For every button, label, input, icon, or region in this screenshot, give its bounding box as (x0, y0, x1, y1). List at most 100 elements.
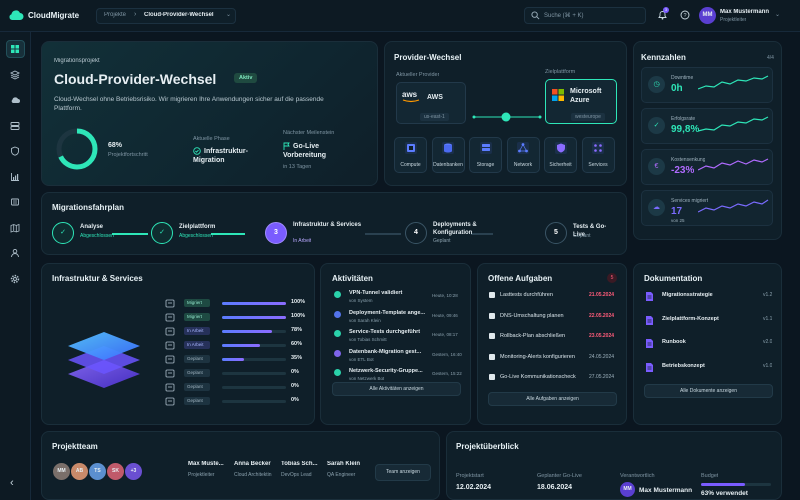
database-icon (165, 341, 175, 350)
task-title: Lasttests durchführen (500, 292, 553, 298)
settings-icon[interactable] (10, 274, 20, 284)
task-date: 23.05.2024 (589, 333, 615, 339)
team-avatar[interactable]: AB (70, 462, 89, 481)
infra-bar-track (222, 386, 286, 389)
owner-avatar[interactable]: MM (620, 482, 635, 497)
document-version: v1.1 (763, 315, 773, 322)
help-icon[interactable]: ? (680, 10, 690, 20)
infra-status-badge: Geplant (184, 383, 210, 391)
task-date: 27.05.2024 (589, 374, 615, 380)
status-badge: Aktiv (234, 73, 258, 83)
activity-status-icon (334, 291, 341, 298)
activity-status-icon (334, 330, 341, 337)
user-menu-chevron-icon[interactable]: ⌄ (775, 11, 780, 18)
team-member-role: DevOps Lead (281, 472, 312, 478)
chevron-down-icon[interactable]: ⌄ (226, 11, 231, 18)
infra-percent: 78% (291, 327, 303, 333)
chart-icon[interactable] (10, 172, 20, 182)
document-name[interactable]: Runbook (662, 339, 686, 345)
app-name[interactable]: CloudMigrate (28, 11, 79, 20)
kpi-sparkline (698, 116, 770, 132)
activity-author: von Netzwerk Bot (349, 376, 385, 381)
roadmap-step-marker: 4 (405, 222, 427, 244)
map-icon[interactable] (10, 223, 20, 233)
clock-icon: ◷ (648, 76, 665, 93)
analytics-icon (165, 383, 175, 392)
search-placeholder: Suche (⌘ + K) (544, 13, 584, 19)
overview-title: Projektüberblick (456, 442, 519, 451)
team-avatar[interactable]: TS (88, 462, 107, 481)
activity-author: von System (349, 298, 373, 303)
document-icon (645, 291, 654, 302)
service-label: Datenbanken (433, 162, 463, 168)
breadcrumb-current[interactable]: Cloud-Provider-Wechsel (144, 12, 214, 18)
document-name[interactable]: Zielplattform-Konzept (662, 316, 719, 322)
activity-title: VPN-Tunnel validiert (349, 290, 403, 296)
team-member-name: Max Muste... (188, 461, 224, 467)
task-checkbox[interactable] (489, 292, 495, 298)
activity-status-icon (334, 310, 341, 318)
grid-icon[interactable] (10, 44, 20, 54)
task-date: 24.05.2024 (589, 353, 615, 360)
kpi-title: Kennzahlen (641, 53, 686, 62)
all-activities-button[interactable]: Alle Aktivitäten anzeigen (332, 382, 461, 396)
roadmap-step-status: Abgeschlossen (179, 233, 213, 239)
compute-icon (404, 142, 417, 154)
all-tasks-button[interactable]: Alle Aufgaben anzeigen (488, 392, 617, 406)
services-icon (592, 142, 604, 154)
cloud-upload-icon[interactable] (10, 95, 20, 105)
breadcrumb-separator: › (134, 11, 137, 18)
owner-label: Verantwortlich (620, 473, 655, 479)
infra-bar-track (222, 372, 286, 375)
user-avatar[interactable]: MM (699, 7, 716, 24)
task-checkbox[interactable] (489, 374, 495, 380)
server-icon[interactable] (10, 121, 20, 131)
euro-icon: € (648, 158, 665, 175)
infra-title: Infrastruktur & Services (52, 274, 143, 283)
document-version: v1.0 (763, 362, 773, 369)
progress-label: Projektfortschritt (108, 152, 148, 158)
document-icon[interactable] (10, 197, 20, 207)
show-team-button[interactable]: Team anzeigen (375, 464, 431, 481)
task-title: DNS-Umschaltung planen (500, 312, 564, 319)
task-checkbox[interactable] (489, 353, 495, 360)
activity-time: Gestern, 16:40 (432, 351, 462, 357)
document-name[interactable]: Betriebskonzept (662, 363, 705, 369)
tasks-title: Offene Aufgaben (488, 274, 553, 283)
cloud-icon: ☁ (648, 199, 665, 216)
aws-logo-icon: aws (402, 89, 422, 103)
project-description: Cloud-Wechsel ohne Betriebsrisiko. Wir m… (54, 96, 324, 112)
phase-value: Infrastruktur-Migration (193, 148, 248, 164)
infra-percent: 35% (291, 355, 303, 361)
infra-status-badge: In Arbeit (184, 327, 210, 335)
collapse-sidebar-icon[interactable]: ‹ (10, 477, 14, 489)
search-input[interactable] (524, 7, 646, 24)
shield-icon[interactable] (10, 146, 20, 156)
team-avatar[interactable]: +3 (124, 462, 143, 481)
activity-title: Datenbank-Migration gest... (349, 348, 422, 355)
document-version: v2.0 (763, 339, 773, 345)
all-documents-button[interactable]: Alle Dokumente anzeigen (644, 384, 773, 398)
progress-ring (55, 127, 99, 171)
layers-icon[interactable] (10, 69, 20, 80)
task-checkbox[interactable] (489, 333, 495, 339)
kpi-value: 17 (671, 206, 683, 217)
infra-status-badge: Geplant (184, 397, 210, 405)
storage-icon (479, 142, 492, 154)
team-avatar[interactable]: SK (106, 462, 125, 481)
document-name[interactable]: Migrationsstrategie (662, 292, 713, 298)
team-avatar[interactable]: MM (52, 462, 71, 481)
service-label: Network (513, 162, 533, 168)
users-icon[interactable] (10, 248, 20, 258)
infra-bar-track (222, 400, 286, 403)
roadmap-step-marker: 5 (545, 222, 567, 244)
infra-percent: 0% (291, 369, 299, 375)
task-title: Go-Live Kommunikationscheck (500, 374, 576, 380)
task-title: Monitoring-Alerts konfigurieren (500, 353, 575, 360)
breadcrumb-parent[interactable]: Projekte (104, 12, 126, 18)
task-checkbox[interactable] (489, 312, 495, 319)
svg-text:aws: aws (402, 90, 418, 99)
tasks-count-badge: 5 (607, 273, 617, 283)
project-label: Migrationsprojekt (54, 58, 100, 64)
milestone-value: Go-Live Vorbereitung (283, 143, 327, 159)
